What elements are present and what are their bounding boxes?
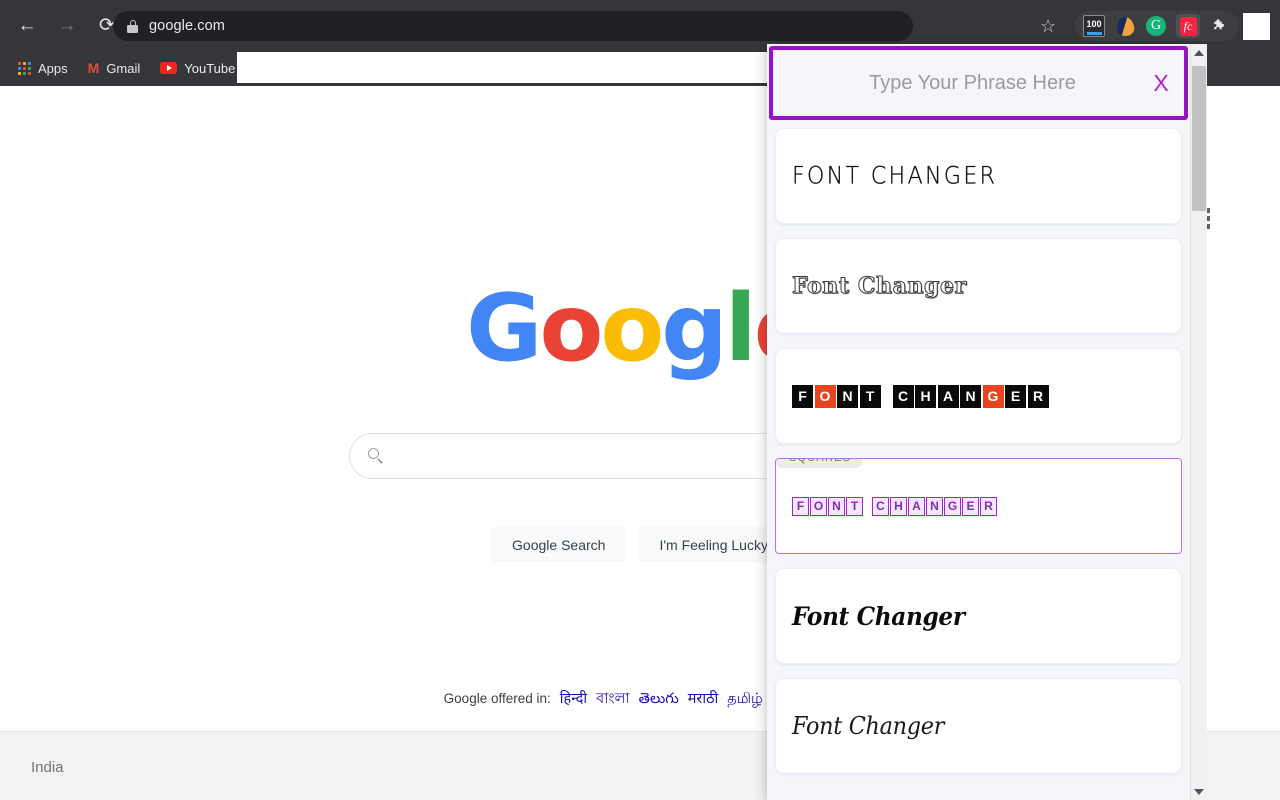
- font-card-outline-serif[interactable]: Font Changer: [775, 238, 1182, 334]
- letter-tile: A: [908, 497, 925, 516]
- language-link-bengali[interactable]: বাংলা: [596, 691, 630, 707]
- bookmark-gmail-label: Gmail: [106, 61, 140, 76]
- score-100-label: 100: [1086, 20, 1101, 29]
- font-card-fraktur-light[interactable]: Font Changer: [775, 678, 1182, 774]
- back-button[interactable]: ←: [10, 8, 44, 42]
- letter-tile: T: [860, 385, 881, 408]
- footer-country-label: India: [31, 759, 64, 776]
- popup-scrollbar[interactable]: [1190, 44, 1207, 800]
- font-preview-fraktur-bold: Font Changer: [792, 602, 965, 631]
- letter-tile: T: [846, 497, 863, 516]
- close-icon[interactable]: X: [1138, 50, 1184, 116]
- language-link-telugu[interactable]: తెలుగు: [639, 691, 679, 707]
- phrase-input[interactable]: [773, 50, 1138, 116]
- address-bar[interactable]: google.com: [113, 11, 913, 41]
- letter-tile: R: [1028, 385, 1049, 408]
- font-preview-dark-squares: FONTCHANGER: [792, 385, 1049, 408]
- letter-tile: O: [815, 385, 836, 408]
- font-changer-popup: X FONT CHANGER Font Changer FONTCHANGER …: [767, 44, 1190, 800]
- font-preview-fraktur-light: Font Changer: [792, 712, 944, 740]
- font-preview-outline-serif: Font Changer: [792, 273, 967, 299]
- address-bar-url: google.com: [149, 18, 225, 34]
- logo-letter-o1: o: [539, 274, 600, 382]
- teardrop-shape: [1115, 15, 1134, 36]
- font-card-squares[interactable]: SQUARES FONTCHANGER: [775, 458, 1182, 554]
- bookmark-apps[interactable]: Apps: [10, 55, 76, 81]
- forward-button[interactable]: →: [50, 8, 84, 42]
- scrollbar-thumb[interactable]: [1192, 66, 1206, 211]
- letter-tile: E: [962, 497, 979, 516]
- letter-tile: C: [872, 497, 889, 516]
- scroll-up-icon[interactable]: [1191, 44, 1207, 61]
- letter-tile: C: [893, 385, 914, 408]
- font-preview-squares: FONTCHANGER: [792, 497, 997, 516]
- bookmark-apps-label: Apps: [38, 61, 68, 76]
- font-preview-geometric: FONT CHANGER: [792, 163, 997, 190]
- bookmark-gmail[interactable]: M Gmail: [80, 55, 149, 81]
- grammarly-g-glyph: G: [1146, 16, 1166, 36]
- letter-tile: H: [915, 385, 936, 408]
- bookmarks-blank-area: [237, 52, 793, 83]
- language-link-marathi[interactable]: मराठी: [688, 691, 719, 707]
- star-icon[interactable]: ☆: [1040, 16, 1056, 37]
- letter-tile: R: [980, 497, 997, 516]
- letter-tile: F: [792, 497, 809, 516]
- letter-tile: E: [1005, 385, 1026, 408]
- score-100-extension-icon[interactable]: 100: [1083, 15, 1105, 37]
- letter-tile: N: [926, 497, 943, 516]
- language-link-hindi[interactable]: हिन्दी: [560, 691, 587, 707]
- offered-in-label: Google offered in:: [444, 691, 551, 706]
- letter-tile: G: [983, 385, 1004, 408]
- logo-letter-l: l: [725, 274, 754, 382]
- logo-letter-G: G: [466, 274, 539, 382]
- teardrop-extension-icon[interactable]: [1114, 15, 1136, 37]
- letter-tile: N: [837, 385, 858, 408]
- bookmark-youtube[interactable]: YouTube: [152, 55, 243, 81]
- letter-tile: O: [810, 497, 827, 516]
- font-changer-extension-icon[interactable]: fc: [1176, 14, 1200, 38]
- font-style-list[interactable]: FONT CHANGER Font Changer FONTCHANGER SQ…: [767, 128, 1190, 800]
- apps-grid-icon: [18, 62, 31, 75]
- letter-tile: H: [890, 497, 907, 516]
- bookmark-youtube-label: YouTube: [184, 61, 235, 76]
- logo-letter-o2: o: [600, 274, 661, 382]
- letter-tile: N: [828, 497, 845, 516]
- score-100-underline: [1087, 32, 1102, 35]
- font-card-geometric[interactable]: FONT CHANGER: [775, 128, 1182, 224]
- language-link-tamil[interactable]: தமிழ்: [727, 691, 762, 707]
- letter-tile: G: [944, 497, 961, 516]
- letter-tile: F: [792, 385, 813, 408]
- search-icon: [368, 448, 384, 464]
- letter-tile: A: [938, 385, 959, 408]
- font-changer-fc-glyph: fc: [1180, 17, 1197, 36]
- letter-tile: N: [960, 385, 981, 408]
- profile-avatar[interactable]: [1243, 13, 1270, 40]
- gmail-icon: M: [88, 61, 100, 75]
- font-card-tag-squares: SQUARES: [776, 458, 862, 468]
- font-card-fraktur-bold[interactable]: Font Changer: [775, 568, 1182, 664]
- scroll-down-icon[interactable]: [1191, 783, 1207, 800]
- logo-letter-g: g: [661, 274, 725, 382]
- grammarly-extension-icon[interactable]: G: [1145, 15, 1167, 37]
- popup-header: X: [769, 46, 1188, 120]
- youtube-icon: [160, 62, 177, 74]
- font-card-dark-squares[interactable]: FONTCHANGER: [775, 348, 1182, 444]
- lock-icon: [127, 20, 138, 33]
- extensions-puzzle-icon[interactable]: [1209, 15, 1231, 37]
- google-search-button[interactable]: Google Search: [491, 527, 626, 563]
- extensions-pill: 100 G fc: [1075, 11, 1239, 41]
